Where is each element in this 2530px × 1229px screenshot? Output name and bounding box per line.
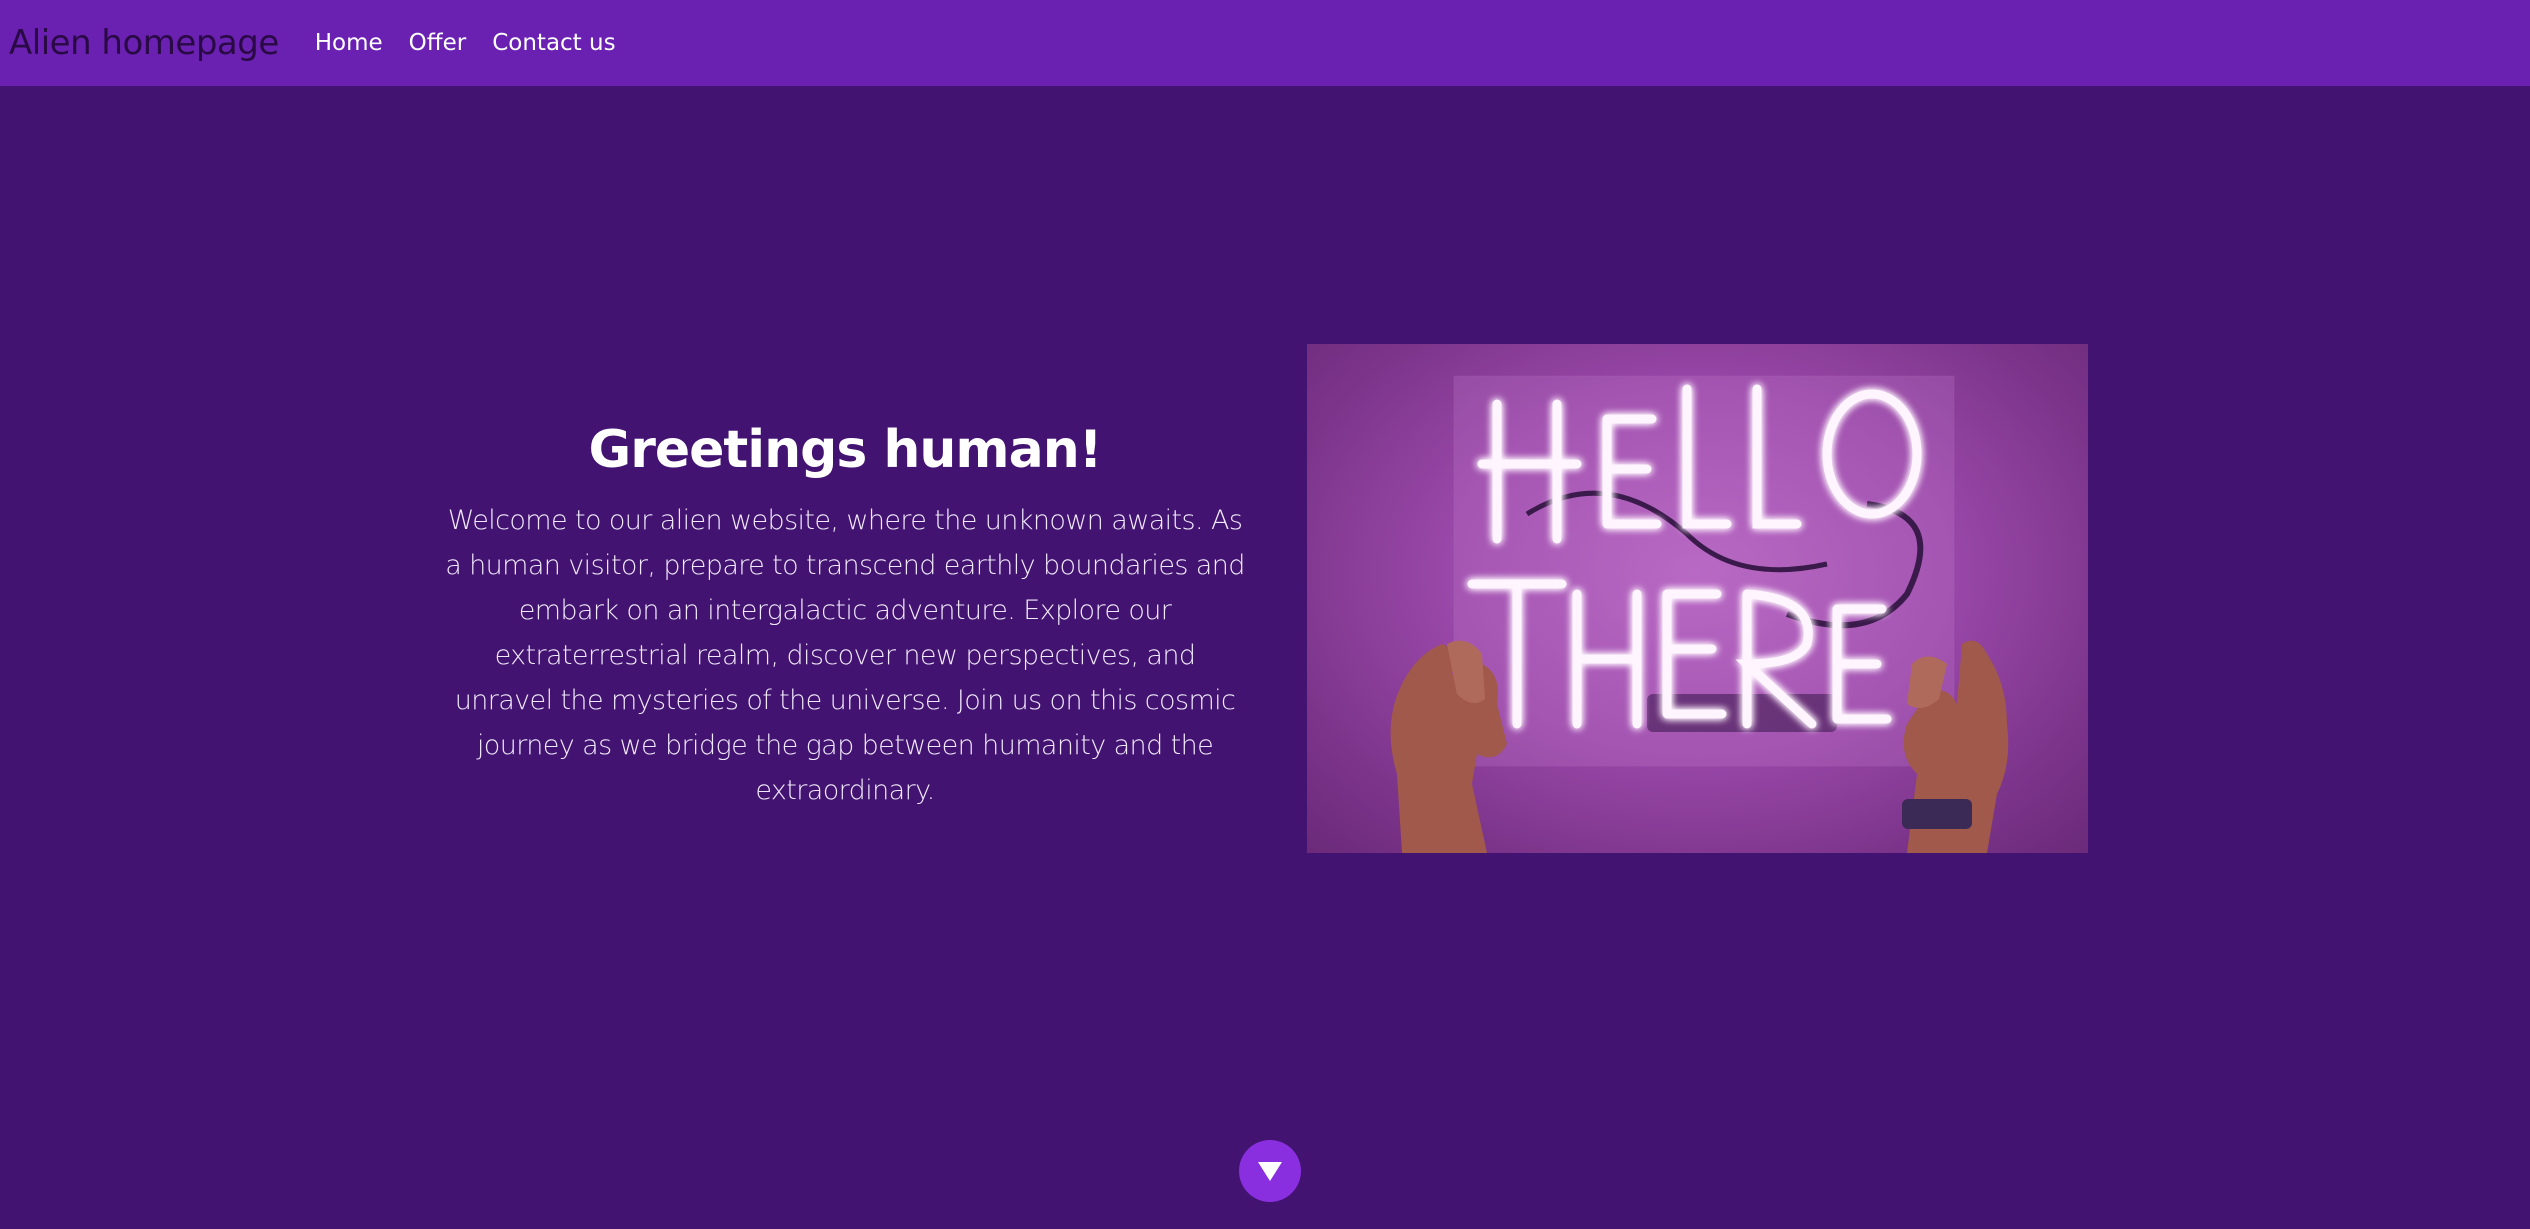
- nav-link-offer[interactable]: Offer: [409, 30, 467, 56]
- scroll-down-button[interactable]: [1239, 1140, 1301, 1202]
- hero-title: Greetings human!: [588, 420, 1103, 480]
- brand-logo-link[interactable]: Alien homepage: [9, 23, 279, 63]
- triangle-down-icon: [1258, 1162, 1282, 1181]
- neon-sign-illustration: [1390, 375, 2009, 853]
- hero-text: Greetings human! Welcome to our alien we…: [445, 420, 1245, 813]
- hello-there-neon-image: [1307, 344, 2088, 853]
- nav-link-home[interactable]: Home: [315, 30, 383, 56]
- wristwatch: [1902, 799, 1972, 829]
- left-hand: [1390, 644, 1507, 853]
- nav-link-contact-us[interactable]: Contact us: [492, 30, 615, 56]
- nav-links: Home Offer Contact us: [315, 30, 616, 56]
- hero-body: Welcome to our alien website, where the …: [445, 505, 1245, 806]
- navbar: Alien homepage Home Offer Contact us: [0, 0, 2530, 86]
